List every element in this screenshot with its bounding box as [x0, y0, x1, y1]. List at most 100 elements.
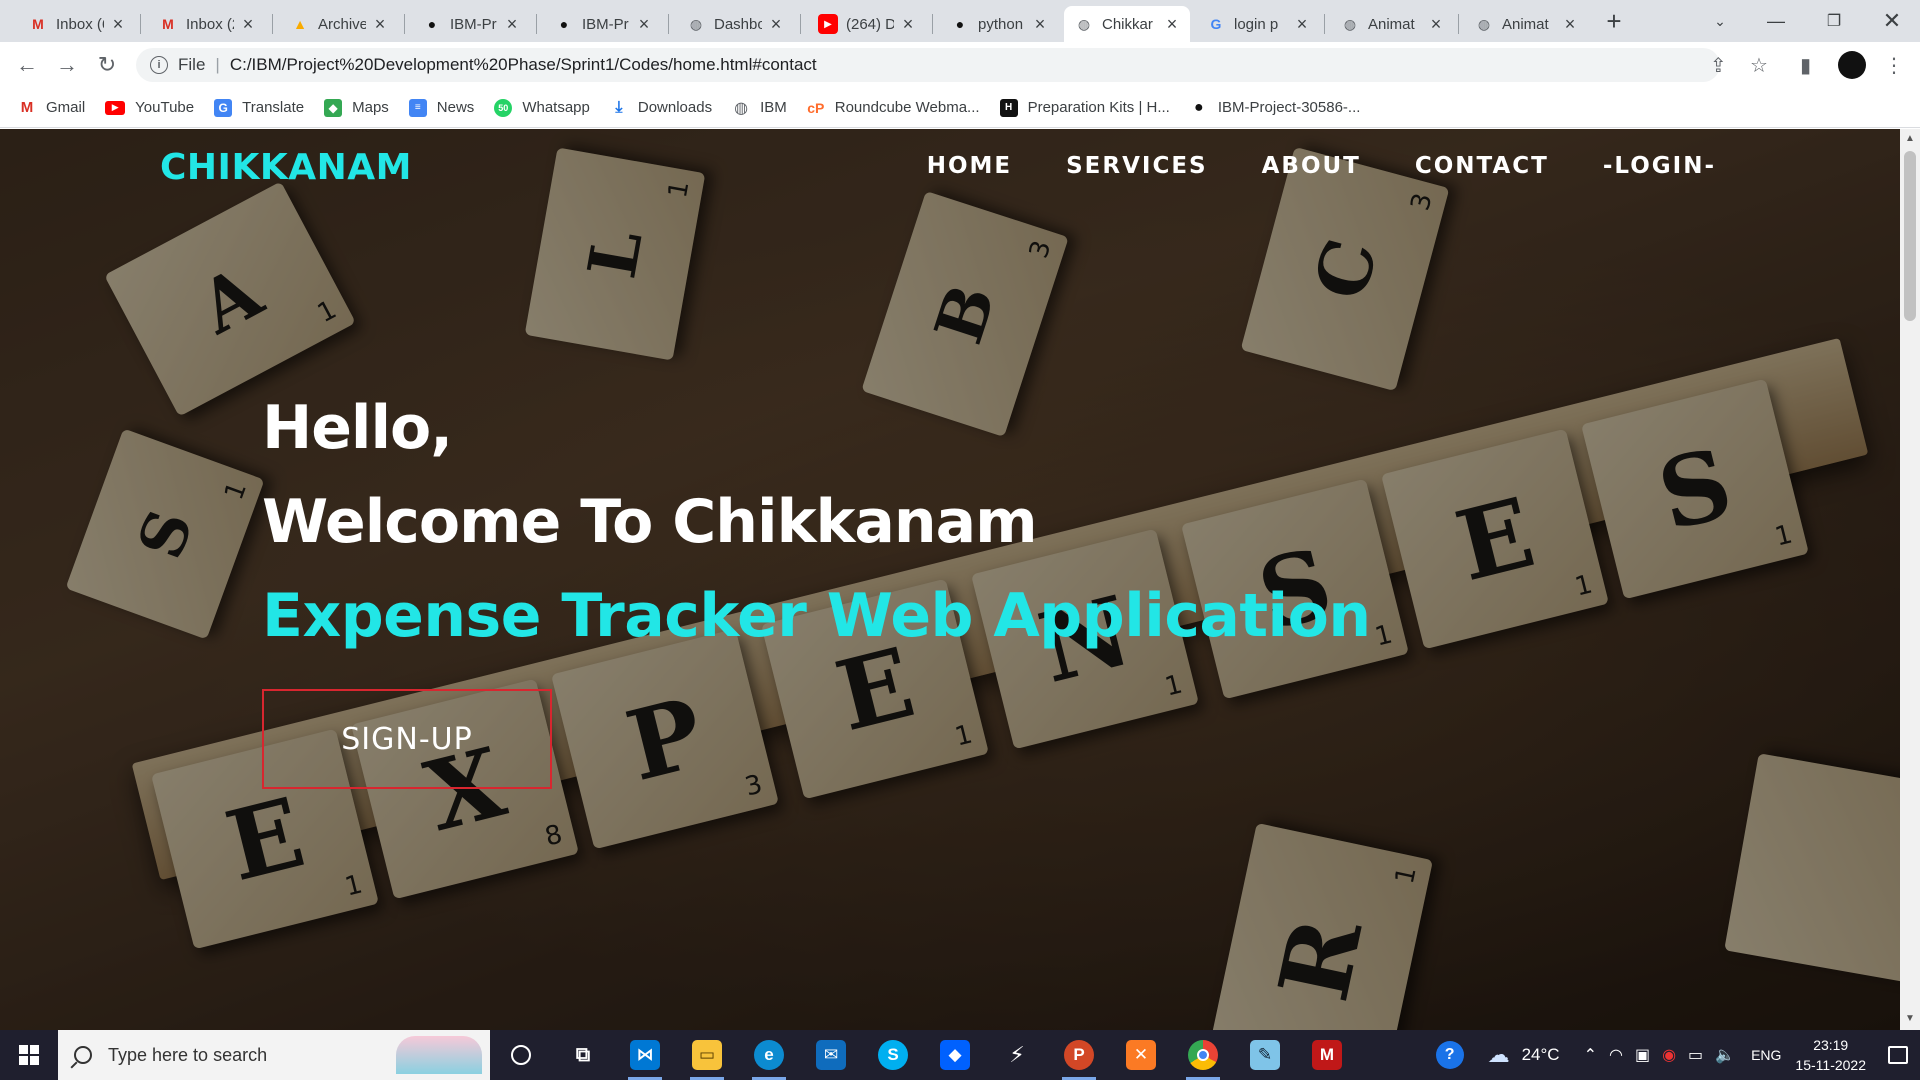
- edge-icon[interactable]: e: [738, 1030, 800, 1080]
- close-icon[interactable]: ×: [504, 14, 520, 35]
- meet-now-icon[interactable]: ▣: [1635, 1045, 1650, 1065]
- clock[interactable]: 23:19 15-11-2022: [1795, 1035, 1866, 1075]
- restore-button[interactable]: ❐: [1806, 0, 1862, 42]
- url-text[interactable]: C:/IBM/Project%20Development%20Phase/Spr…: [230, 55, 817, 75]
- close-icon[interactable]: ×: [768, 14, 784, 35]
- side-panel-icon[interactable]: ▮: [1800, 48, 1811, 82]
- translate-icon: G: [214, 98, 233, 117]
- bookmark-maps[interactable]: ◆ Maps: [324, 98, 389, 117]
- close-icon[interactable]: ×: [240, 14, 256, 35]
- bookmark-preparation-kits[interactable]: H Preparation Kits | H...: [999, 98, 1170, 117]
- bookmark-translate[interactable]: G Translate: [214, 98, 304, 117]
- volume-icon[interactable]: 🔈: [1715, 1045, 1735, 1065]
- tab-animation-2[interactable]: ◍ Animat ×: [1464, 6, 1588, 42]
- vscode-icon[interactable]: ⋈: [614, 1030, 676, 1080]
- weather-cloud-icon[interactable]: ☁: [1488, 1042, 1510, 1068]
- bookmark-label: IBM-Project-30586-...: [1217, 99, 1361, 116]
- share-icon[interactable]: ⇪: [1710, 48, 1727, 82]
- nav-about[interactable]: ABOUT: [1262, 153, 1361, 179]
- news-icon: ≡: [408, 98, 427, 117]
- info-icon[interactable]: i: [150, 56, 168, 74]
- tab-ibm-project-2[interactable]: ● IBM-Pr ×: [544, 6, 662, 42]
- bookmark-label: Maps: [352, 99, 389, 116]
- bookmark-ibm[interactable]: ◍ IBM: [732, 99, 787, 117]
- close-icon[interactable]: ×: [1032, 14, 1048, 35]
- scroll-up-icon[interactable]: ▲: [1904, 133, 1916, 145]
- signup-button[interactable]: SIGN-UP: [262, 689, 552, 789]
- app-bolt-icon[interactable]: ⚡: [986, 1030, 1048, 1080]
- bookmark-label: Gmail: [46, 99, 86, 116]
- close-icon[interactable]: ×: [1562, 14, 1578, 35]
- powerpoint-icon[interactable]: P: [1048, 1030, 1110, 1080]
- tab-archive[interactable]: ▲ Archive ×: [280, 6, 398, 42]
- tab-youtube[interactable]: ▶ (264) D ×: [808, 6, 926, 42]
- close-icon[interactable]: ×: [1428, 14, 1444, 35]
- tab-python[interactable]: ● python ×: [940, 6, 1058, 42]
- close-icon[interactable]: ×: [110, 14, 126, 35]
- help-icon[interactable]: ?: [1435, 1041, 1464, 1069]
- site-logo[interactable]: CHIKKANAM: [160, 147, 412, 188]
- bookmark-roundcube[interactable]: cP Roundcube Webma...: [807, 99, 979, 117]
- task-view-icon[interactable]: ⧉: [552, 1030, 614, 1080]
- notification-center-icon[interactable]: [1876, 1030, 1920, 1080]
- close-icon[interactable]: ×: [1294, 14, 1310, 35]
- close-window-button[interactable]: ✕: [1864, 0, 1920, 42]
- wifi-icon[interactable]: ◠: [1609, 1045, 1623, 1065]
- close-icon[interactable]: ×: [636, 14, 652, 35]
- tab-animation-1[interactable]: ◍ Animat ×: [1330, 6, 1454, 42]
- mcafee-tray-icon[interactable]: ◉: [1662, 1045, 1676, 1065]
- menu-kebab-icon[interactable]: ⋮: [1884, 48, 1904, 82]
- close-icon[interactable]: ×: [372, 14, 388, 35]
- bookmark-news[interactable]: ≡ News: [408, 98, 474, 117]
- tray-chevron-up-icon[interactable]: ⌃: [1584, 1045, 1597, 1065]
- mail-icon[interactable]: ✉: [800, 1030, 862, 1080]
- bookmark-gmail[interactable]: M Gmail: [18, 99, 85, 117]
- skype-icon[interactable]: S: [862, 1030, 924, 1080]
- tab-label: (264) D: [846, 15, 894, 33]
- nav-services[interactable]: SERVICES: [1066, 153, 1208, 179]
- battery-icon[interactable]: ▭: [1688, 1045, 1703, 1065]
- taskbar-search[interactable]: Type here to search: [58, 1030, 490, 1080]
- tab-inbox-2[interactable]: M Inbox (2 ×: [148, 6, 266, 42]
- tab-inbox-1[interactable]: M Inbox (6 ×: [18, 6, 136, 42]
- bookmark-downloads[interactable]: ⤓ Downloads: [610, 99, 712, 117]
- tab-ibm-project-1[interactable]: ● IBM-Pr ×: [412, 6, 530, 42]
- cortana-icon[interactable]: [490, 1030, 552, 1080]
- file-explorer-icon[interactable]: ▭: [676, 1030, 738, 1080]
- nav-home[interactable]: HOME: [927, 153, 1012, 179]
- letter-tile: E1: [1381, 428, 1609, 650]
- bookmark-whatsapp[interactable]: 50 Whatsapp: [494, 98, 590, 117]
- tab-login[interactable]: G login p ×: [1196, 6, 1320, 42]
- bookmark-star-icon[interactable]: ☆: [1750, 48, 1768, 82]
- forward-icon[interactable]: →: [52, 50, 82, 80]
- scrollbar-thumb[interactable]: [1904, 151, 1916, 321]
- input-language[interactable]: ENG: [1751, 1047, 1781, 1063]
- dropbox-icon[interactable]: ◆: [924, 1030, 986, 1080]
- address-bar[interactable]: i File | C:/IBM/Project%20Development%20…: [136, 48, 1720, 82]
- xampp-icon[interactable]: ✕: [1110, 1030, 1172, 1080]
- notepad-icon[interactable]: ✎: [1234, 1030, 1296, 1080]
- bookmark-ibm-project[interactable]: ● IBM-Project-30586-...: [1190, 99, 1361, 117]
- close-icon[interactable]: ×: [1164, 14, 1180, 35]
- nav-contact[interactable]: CONTACT: [1415, 153, 1549, 179]
- start-button[interactable]: [0, 1030, 58, 1080]
- page-scrollbar[interactable]: ▲ ▼: [1900, 129, 1920, 1030]
- minimize-button[interactable]: —: [1748, 0, 1804, 42]
- chrome-icon[interactable]: [1172, 1030, 1234, 1080]
- weather-temperature[interactable]: 24°C: [1522, 1045, 1560, 1065]
- scroll-down-icon[interactable]: ▼: [1904, 1013, 1916, 1025]
- back-icon[interactable]: ←: [12, 50, 42, 80]
- tab-dashboard[interactable]: ◍ Dashbo ×: [676, 6, 794, 42]
- bookmark-label: Downloads: [637, 99, 713, 116]
- tab-label: Chikkar: [1102, 15, 1153, 33]
- new-tab-button[interactable]: +: [1598, 6, 1630, 38]
- close-icon[interactable]: ×: [900, 14, 916, 35]
- tile-score: 8: [542, 819, 566, 853]
- nav-login[interactable]: -LOGIN-: [1603, 153, 1716, 179]
- reload-icon[interactable]: ↻: [92, 50, 122, 80]
- profile-avatar[interactable]: [1838, 48, 1866, 82]
- tab-chikkanam-active[interactable]: ◍ Chikkar ×: [1064, 6, 1190, 42]
- tab-search-chevron-icon[interactable]: ⌄: [1692, 0, 1748, 42]
- bookmark-youtube[interactable]: ▶ YouTube: [105, 99, 194, 116]
- mcafee-icon[interactable]: M: [1296, 1030, 1358, 1080]
